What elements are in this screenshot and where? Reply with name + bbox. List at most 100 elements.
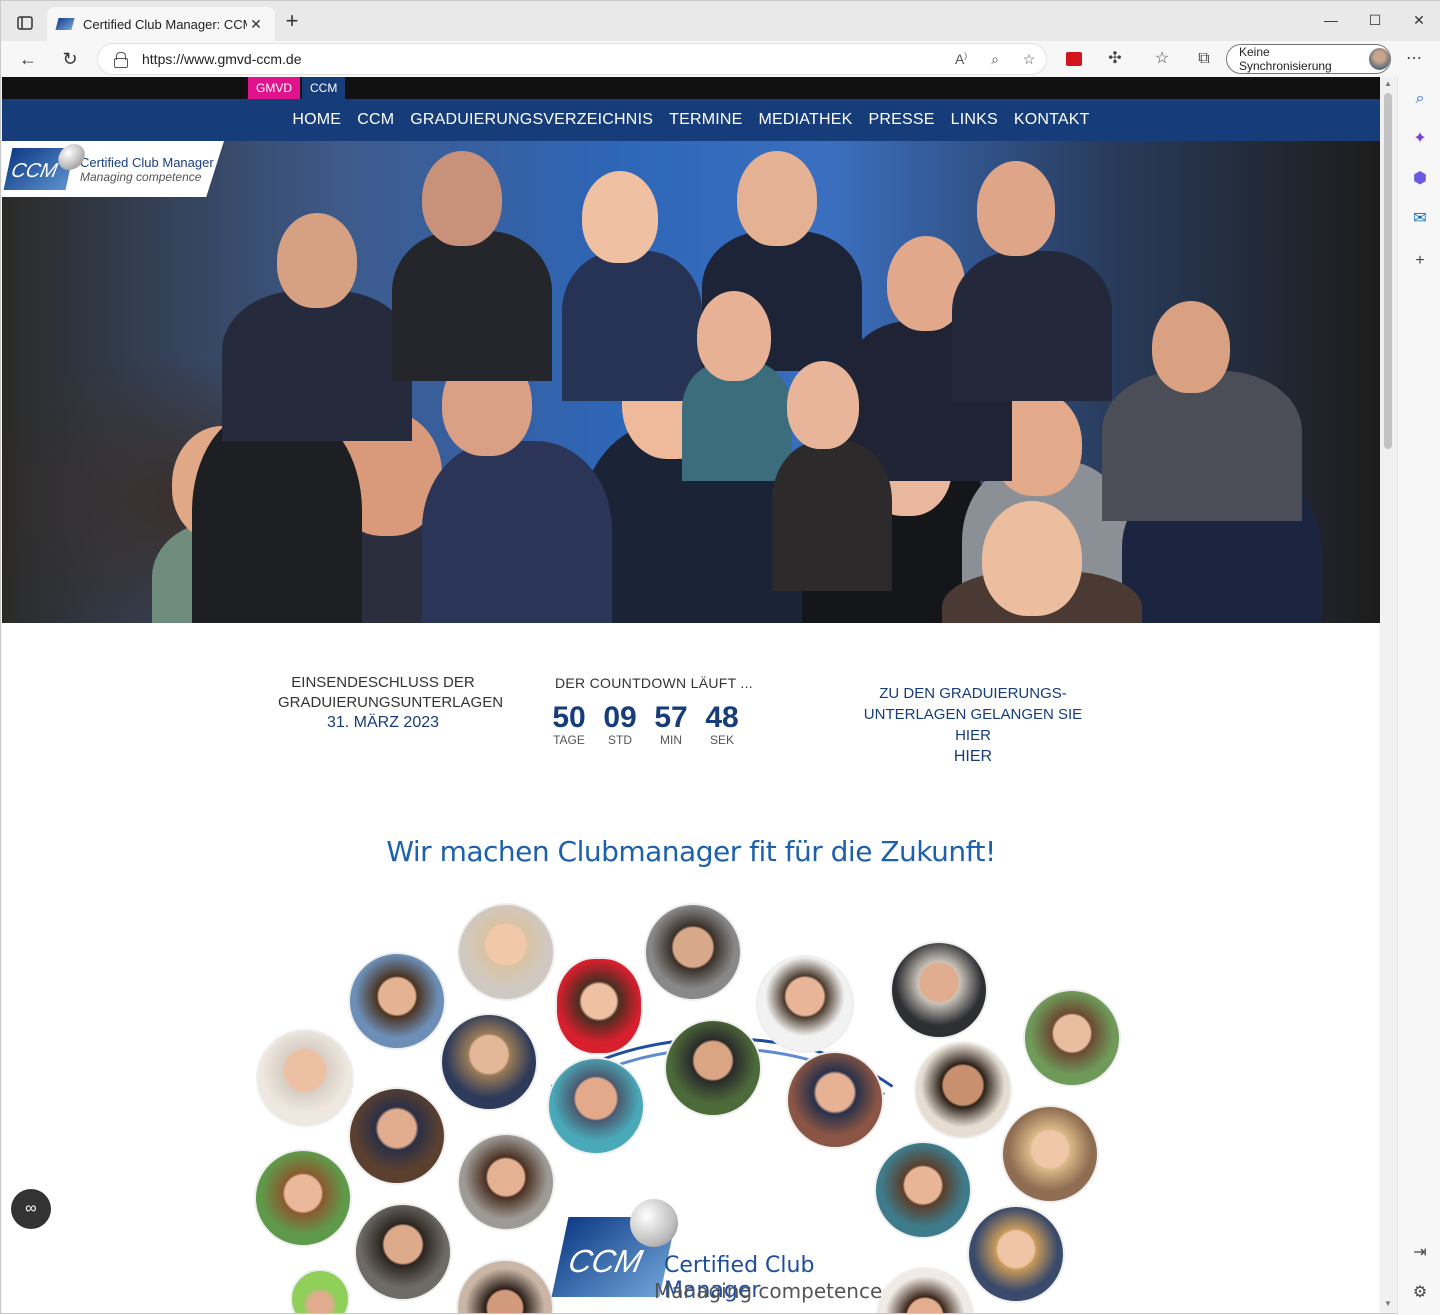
hero-group-photo: CCM Certified Club Manager Managing comp… xyxy=(2,141,1380,623)
portrait-photo xyxy=(1001,1105,1099,1203)
sidebar-hide-icon[interactable]: ⇥ xyxy=(1408,1241,1432,1265)
favorite-star-icon[interactable]: ☆ xyxy=(1012,51,1046,68)
docs-line2: UNTERLAGEN GELANGEN SIE HIER xyxy=(863,706,1083,744)
nav-ccm[interactable]: CCM xyxy=(357,111,394,129)
tab-actions-button[interactable] xyxy=(9,9,41,37)
hero-ccm-logo[interactable]: CCM Certified Club Manager Managing comp… xyxy=(2,141,224,197)
extensions-puzzle-icon[interactable]: ✣ xyxy=(1102,47,1128,71)
close-window-button[interactable]: ✕ xyxy=(1397,7,1440,33)
portrait-photo xyxy=(440,1013,538,1111)
scroll-thumb[interactable] xyxy=(1384,93,1392,449)
hero-logo-title: Certified Club Manager xyxy=(80,154,214,170)
deadline-line1: EINSENDESCHLUSS DER xyxy=(291,674,475,691)
countdown-seconds: 48 SEK xyxy=(705,701,739,747)
lock-icon[interactable] xyxy=(114,52,128,68)
nav-home[interactable]: HOME xyxy=(292,111,341,129)
deadline-info: EINSENDESCHLUSS DER GRADUIERUNGSUNTERLAG… xyxy=(278,673,504,733)
portrait-photo xyxy=(547,1057,645,1155)
favorites-icon[interactable]: ☆ xyxy=(1149,47,1175,71)
ccm-mark-icon: CCM xyxy=(3,144,88,190)
portrait-photo xyxy=(876,1267,974,1313)
nav-termine[interactable]: TERMINE xyxy=(669,111,742,129)
portrait-photo xyxy=(290,1269,350,1313)
portrait-photo xyxy=(664,1019,762,1117)
nav-presse[interactable]: PRESSE xyxy=(868,111,934,129)
tab-bar: Certified Club Manager: CCM ✕ + — ☐ ✕ xyxy=(1,1,1440,41)
golf-ball-icon xyxy=(630,1199,678,1247)
portrait-photo xyxy=(874,1141,972,1239)
portrait-photo xyxy=(555,957,643,1055)
portrait-photo xyxy=(254,1149,352,1247)
nav-mediathek[interactable]: MEDIATHEK xyxy=(759,111,853,129)
accessibility-reader-icon[interactable]: ∞ xyxy=(11,1189,51,1229)
browser-tab[interactable]: Certified Club Manager: CCM ✕ xyxy=(47,7,275,41)
tab-actions-icon xyxy=(17,16,33,30)
deadline-date: 31. MÄRZ 2023 xyxy=(326,714,440,731)
add-icon[interactable]: + xyxy=(1408,249,1432,273)
docs-line1: ZU DEN GRADUIERUNGS- xyxy=(879,685,1067,702)
back-arrow-icon[interactable]: ← xyxy=(13,45,43,73)
copilot-icon[interactable]: ✦ xyxy=(1408,127,1432,151)
collections-icon[interactable]: ⧉ xyxy=(1191,47,1217,71)
edge-sidebar: ⌕ ✦ ⬢ ✉ + ⇥ ⚙ xyxy=(1397,77,1440,1315)
portrait-photo xyxy=(756,955,854,1053)
tab-close-icon[interactable]: ✕ xyxy=(247,16,265,33)
portrait-collage: CCM Certified Club Manager Managing comp… xyxy=(2,897,1380,1313)
scroll-down-icon[interactable]: ▼ xyxy=(1383,1299,1393,1308)
gmvd-tab[interactable]: GMVD xyxy=(248,77,300,99)
graduation-docs-info: ZU DEN GRADUIERUNGS- UNTERLAGEN GELANGEN… xyxy=(857,683,1089,767)
search-icon[interactable]: ⌕ xyxy=(1408,87,1432,111)
portrait-photo xyxy=(914,1041,1012,1139)
portrait-photo xyxy=(354,1203,452,1301)
site-top-strip: GMVD CCM xyxy=(2,77,1380,99)
main-navigation: HOME CCM GRADUIERUNGSVERZEICHNIS TERMINE… xyxy=(2,99,1380,141)
minimize-button[interactable]: — xyxy=(1309,7,1353,33)
countdown-title: DER COUNTDOWN LÄUFT ... xyxy=(555,675,753,691)
read-aloud-icon[interactable]: A) xyxy=(944,51,978,67)
tab-title: Certified Club Manager: CCM xyxy=(83,16,247,32)
portrait-photo xyxy=(644,903,742,1001)
page-viewport: GMVD CCM HOME CCM GRADUIERUNGSVERZEICHNI… xyxy=(2,77,1380,1313)
refresh-icon[interactable]: ↻ xyxy=(55,45,85,73)
address-bar[interactable]: https://www.gmvd-ccm.de A) ⌕ ☆ xyxy=(97,43,1047,75)
nav-kontakt[interactable]: KONTAKT xyxy=(1014,111,1090,129)
page-scrollbar[interactable]: ▲ ▼ xyxy=(1380,77,1396,1313)
extension-red-icon[interactable] xyxy=(1061,47,1087,71)
deadline-line2: GRADUIERUNGSUNTERLAGEN xyxy=(278,694,504,711)
ccm-brand-logo: CCM Certified Club Manager Managing comp… xyxy=(551,1197,884,1309)
outlook-icon[interactable]: ✉ xyxy=(1408,207,1432,231)
countdown-hours: 09 STD xyxy=(603,701,637,747)
nav-graduierungsverzeichnis[interactable]: GRADUIERUNGSVERZEICHNIS xyxy=(410,111,653,129)
zoom-icon[interactable]: ⌕ xyxy=(978,51,1012,68)
profile-sync-button[interactable]: Keine Synchronisierung xyxy=(1226,44,1391,74)
countdown-minutes: 57 MIN xyxy=(654,701,688,747)
countdown-days: 50 TAGE xyxy=(552,701,586,747)
nav-links[interactable]: LINKS xyxy=(951,111,998,129)
site-favicon-icon xyxy=(55,18,75,30)
settings-gear-icon[interactable]: ⚙ xyxy=(1408,1281,1432,1305)
portrait-photo xyxy=(348,1087,446,1185)
portrait-photo xyxy=(1023,989,1121,1087)
portrait-photo xyxy=(456,1259,554,1313)
maximize-button[interactable]: ☐ xyxy=(1353,7,1397,33)
docs-hier-link[interactable]: HIER xyxy=(857,746,1089,767)
browser-window: Certified Club Manager: CCM ✕ + — ☐ ✕ ← … xyxy=(0,0,1440,1315)
scroll-up-icon[interactable]: ▲ xyxy=(1383,79,1393,88)
sync-label: Keine Synchronisierung xyxy=(1239,45,1332,73)
ccm-tab[interactable]: CCM xyxy=(302,77,346,99)
portrait-photo xyxy=(457,1133,555,1231)
profile-avatar xyxy=(1368,48,1390,70)
url-text[interactable]: https://www.gmvd-ccm.de xyxy=(142,51,944,67)
address-toolbar: ← ↻ https://www.gmvd-ccm.de A) ⌕ ☆ ✣ ☆ ⧉… xyxy=(1,41,1440,77)
page-headline: Wir machen Clubmanager fit für die Zukun… xyxy=(386,835,996,868)
portrait-photo xyxy=(786,1051,884,1149)
hero-logo-tagline: Managing competence xyxy=(80,169,202,184)
more-menu-icon[interactable]: ⋯ xyxy=(1401,47,1427,71)
portrait-photo xyxy=(348,952,446,1050)
office-icon[interactable]: ⬢ xyxy=(1408,167,1432,191)
new-tab-button[interactable]: + xyxy=(281,10,303,33)
portrait-photo xyxy=(890,941,988,1039)
portrait-photo xyxy=(457,903,555,1001)
portrait-photo xyxy=(967,1205,1065,1303)
portrait-photo xyxy=(256,1029,354,1127)
